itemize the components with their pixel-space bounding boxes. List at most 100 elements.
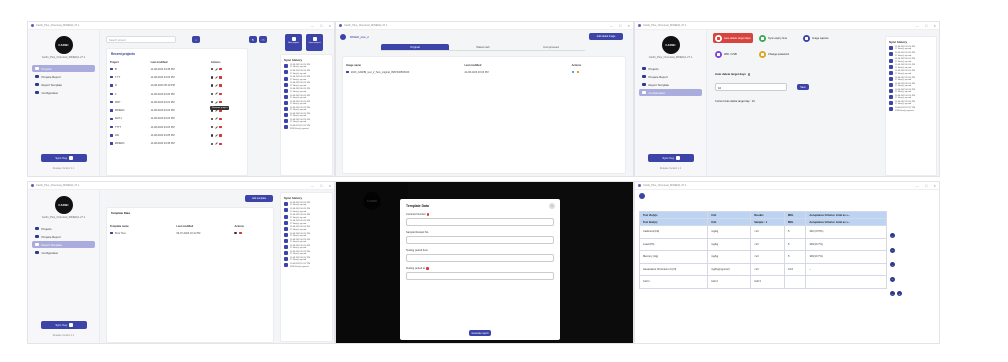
close-icon[interactable]: ✕ — [933, 24, 936, 28]
eye-icon[interactable] — [210, 84, 214, 87]
eye-icon[interactable] — [210, 92, 214, 96]
tab-compressed[interactable]: Compressed — [517, 44, 585, 50]
pencil-icon[interactable] — [214, 134, 218, 137]
minimize-icon[interactable]: — — [916, 24, 919, 28]
table-row[interactable]: ttt 10-08-2023 05:19 PM — [107, 82, 247, 90]
table-cell[interactable]: <u/l — [750, 237, 785, 251]
add-template-button[interactable]: Add template — [245, 195, 273, 202]
eye-icon[interactable] — [210, 76, 214, 79]
tab-original[interactable]: Original — [381, 44, 449, 50]
sync-key-button[interactable]: Sync Key — [41, 321, 87, 329]
pencil-icon[interactable] — [214, 92, 218, 96]
table-cell[interactable]: Cell 2 — [707, 275, 752, 289]
minimize-icon[interactable]: — — [311, 24, 314, 28]
modal-input[interactable] — [406, 236, 554, 244]
header-cell[interactable]: MDL — [783, 211, 807, 219]
nav-item-report-template[interactable]: Report Template — [32, 241, 95, 248]
eye-icon[interactable] — [210, 125, 214, 129]
pencil-icon[interactable] — [214, 117, 218, 121]
table-row[interactable]: T.T.T 11-08-2023 03:22 PM — [107, 73, 247, 81]
minimize-icon[interactable]: — — [311, 184, 314, 188]
delete-icon[interactable] — [219, 117, 222, 121]
folder-button[interactable]: ▭ — [259, 36, 267, 43]
tile-image-capture[interactable]: Image capture — [801, 33, 841, 43]
delete-icon[interactable] — [219, 101, 222, 104]
minimize-icon[interactable]: — — [610, 24, 613, 28]
table-row[interactable]: ttt23.1 11-08-2023 03:23 PM — [107, 115, 247, 123]
generate-report-button[interactable]: Generate report — [469, 330, 491, 336]
table-row[interactable]: tt 11-08-2023 03:20 PM — [107, 90, 247, 98]
nav-item-prepare-report[interactable]: Prepare Report — [639, 73, 702, 80]
maximize-icon[interactable]: ☐ — [320, 24, 323, 28]
nav-item-projects[interactable]: Projects — [32, 65, 95, 72]
table-row[interactable]: fff 11-08-2023 03:45 PM — [107, 65, 247, 73]
close-modal-button[interactable]: × — [549, 203, 555, 209]
back-button[interactable] — [340, 34, 346, 40]
maximize-icon[interactable]: ☐ — [619, 24, 622, 28]
save-button[interactable]: Save — [797, 84, 809, 90]
eye-icon[interactable] — [210, 67, 214, 71]
table-cell[interactable]: 0.10 — [783, 262, 807, 276]
tile-change-password[interactable]: Change password — [757, 49, 797, 59]
sync-key-button[interactable]: Sync Key — [41, 154, 87, 162]
new-project-button[interactable]: New project — [285, 34, 302, 51]
delete-icon[interactable] — [239, 231, 242, 235]
table-cell[interactable]: 100 (XX7%) — [805, 225, 887, 239]
refresh-button[interactable]: ↻ — [249, 36, 257, 43]
close-icon[interactable]: ✕ — [627, 24, 630, 28]
pencil-icon[interactable] — [214, 142, 218, 146]
pencil-icon[interactable] — [214, 75, 218, 79]
table-cell[interactable]: 5 — [783, 225, 807, 239]
search-input[interactable]: Search project — [106, 36, 176, 43]
table-cell[interactable]: mg/kg — [707, 250, 752, 264]
maximize-icon[interactable]: ☐ — [925, 184, 928, 188]
table-row[interactable]: MINED3 11-08-2023 03:45 PM — [107, 140, 247, 148]
table-cell[interactable]: mg/kg — [707, 237, 752, 251]
delete-icon[interactable] — [219, 134, 222, 137]
subheader-cell[interactable]: Acceptance Criteria / Limit as s... — [805, 218, 887, 226]
delete-icon[interactable] — [219, 92, 222, 96]
table-cell[interactable]: 100(10 7%) — [805, 250, 887, 264]
add-row-button[interactable]: + — [897, 291, 902, 296]
eye-icon[interactable] — [234, 231, 237, 235]
row-remove-button[interactable]: − — [890, 262, 895, 267]
delete-icon[interactable] — [219, 76, 222, 79]
table-row[interactable]: Poor Test 09-07-2023 10:11 PM — [107, 229, 273, 237]
nav-item-configuration[interactable]: Configuration — [32, 89, 95, 96]
auto-delete-days-input[interactable]: 10 — [715, 83, 787, 91]
nav-item-configuration[interactable]: Configuration — [639, 89, 702, 96]
eye-icon[interactable] — [571, 70, 574, 74]
table-cell[interactable]: 100(10 7%) — [805, 237, 887, 251]
header-cell[interactable]: Acceptance Criteria / Limit as s... — [805, 211, 887, 219]
nav-item-projects[interactable]: Projects — [32, 225, 95, 232]
nav-item-projects[interactable]: Projects — [639, 65, 702, 72]
row-remove-button[interactable]: − — [890, 291, 895, 296]
back-button[interactable] — [639, 193, 645, 199]
table-row[interactable]: TTTT 11-08-2023 03:23 PM — [107, 123, 247, 131]
subheader-cell[interactable]: MDL — [783, 218, 807, 226]
table-cell[interactable]: Hexavalent Chromium Cr(VI) — [638, 262, 709, 276]
row-remove-button[interactable]: − — [890, 233, 895, 238]
table-cell[interactable]: <u/l — [750, 225, 785, 239]
eye-icon[interactable] — [210, 142, 214, 145]
modal-input[interactable] — [406, 218, 554, 226]
maximize-icon[interactable]: ☐ — [925, 24, 928, 28]
row-remove-button[interactable]: − — [890, 247, 895, 253]
delete-icon[interactable] — [219, 67, 222, 71]
table-cell[interactable]: Cell 3 — [750, 275, 785, 289]
subheader-cell[interactable]: Test Item(s) — [638, 218, 709, 226]
delete-icon[interactable] — [219, 142, 222, 145]
table-cell[interactable] — [805, 275, 887, 289]
table-cell[interactable]: mg/Kg(mg/cm2) — [707, 262, 752, 276]
table-cell[interactable]: <u/l — [750, 250, 785, 264]
nav-item-report-template[interactable]: Report Template — [639, 81, 702, 88]
delete-icon[interactable] — [219, 125, 222, 129]
pencil-icon[interactable] — [214, 67, 218, 71]
header-cell[interactable]: Unit — [707, 211, 752, 219]
header-cell[interactable]: Results — [750, 211, 785, 219]
search-button[interactable]: ⌕ — [192, 36, 200, 43]
table-cell[interactable]: mg/kg — [707, 225, 752, 239]
row-remove-button[interactable]: − — [890, 276, 895, 282]
table-cell[interactable]: 5 — [783, 237, 807, 251]
subheader-cell[interactable]: Sample : 1 — [750, 218, 785, 226]
